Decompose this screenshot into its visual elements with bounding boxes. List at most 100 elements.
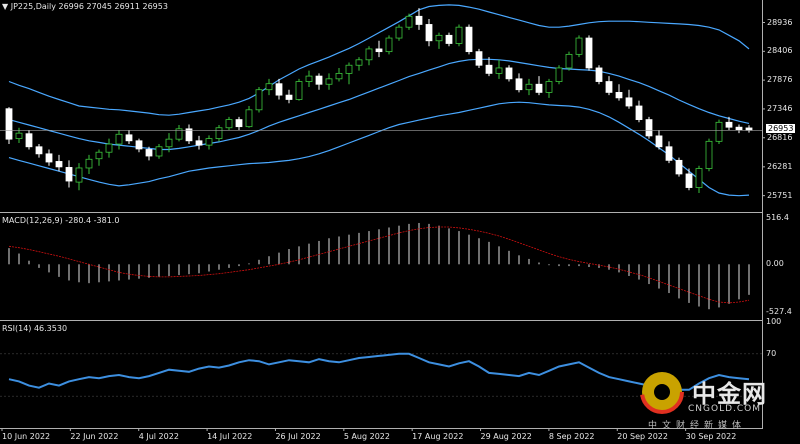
candle-body	[145, 149, 153, 157]
candle-body	[185, 128, 193, 142]
candle-body	[395, 26, 403, 39]
current-price-label: 26953	[766, 124, 796, 134]
rsi-tick-label: 100	[766, 317, 782, 326]
candle-body	[585, 37, 593, 69]
macd-tick-label: -527.4	[766, 306, 792, 316]
candle-body	[515, 78, 523, 91]
candle-body	[365, 48, 373, 61]
candle-body	[665, 146, 673, 161]
candle-body	[495, 67, 503, 74]
candle-body	[195, 140, 203, 146]
candle-body	[405, 15, 413, 28]
candle-body	[315, 75, 323, 85]
date-tick-label: 22 Jun 2022	[70, 432, 119, 441]
candle-body	[335, 72, 343, 80]
candle-body	[265, 83, 273, 91]
date-tick-label: 14 Jul 2022	[207, 432, 253, 441]
macd-tick-label: 516.4	[766, 212, 789, 222]
macd-tick-label: 0.00	[766, 259, 784, 269]
date-tick-label: 29 Aug 2022	[480, 432, 532, 441]
candle-body	[375, 48, 383, 53]
candle-body	[565, 53, 573, 69]
date-tick-label: 17 Aug 2022	[412, 432, 464, 441]
price-tick-label: 28406	[767, 46, 793, 56]
candle-body	[605, 81, 613, 93]
candle-body	[505, 67, 513, 80]
candle-body	[95, 151, 103, 160]
candle-body	[445, 34, 453, 44]
candle-body	[155, 146, 163, 157]
candle-body	[165, 138, 173, 148]
candle-body	[205, 138, 213, 146]
candle-body	[45, 153, 53, 163]
date-tick-label: 5 Aug 2022	[343, 432, 390, 441]
symbol-name: JP225,Daily	[10, 2, 56, 11]
candle-body	[295, 81, 303, 100]
candle-body	[575, 37, 583, 55]
candle-body	[645, 119, 653, 137]
candle-body	[225, 119, 233, 129]
price-tick-label: 27876	[767, 75, 793, 85]
candle-body	[615, 92, 623, 99]
candle-body	[655, 135, 663, 148]
candle-body	[285, 94, 293, 100]
candle-body	[65, 167, 73, 182]
candle-body	[525, 83, 533, 91]
candle-body	[345, 64, 353, 74]
candle-body	[485, 64, 493, 74]
candle-body	[625, 97, 633, 107]
candle-body	[705, 140, 713, 169]
candle-body	[85, 158, 93, 169]
cngold-logo-icon	[640, 370, 684, 414]
candle-body	[235, 119, 243, 128]
candle-body	[685, 173, 693, 188]
macd-header: MACD(12,26,9) -280.4 -381.0	[2, 216, 120, 225]
price-tick-label: 25751	[767, 190, 793, 200]
candle-body	[745, 127, 753, 131]
candle-body	[255, 89, 263, 111]
candle-body	[715, 121, 723, 142]
candle-body	[735, 126, 743, 131]
candle-body	[105, 143, 113, 153]
symbol-header: ▼ JP225,Daily 26996 27045 26911 26953	[2, 2, 168, 11]
dropdown-triangle-icon[interactable]: ▼	[2, 2, 8, 11]
candle-body	[75, 167, 83, 183]
candle-body	[425, 24, 433, 42]
candle-body	[35, 146, 43, 155]
candle-body	[135, 140, 143, 150]
candle-body	[245, 109, 253, 128]
candle-body	[435, 34, 443, 42]
candle-body	[115, 133, 123, 145]
candle-body	[385, 37, 393, 53]
rsi-header: RSI(14) 46.3530	[2, 324, 68, 333]
candle-body	[355, 59, 363, 66]
candle-body	[535, 83, 543, 93]
candle-body	[275, 83, 283, 96]
date-tick-label: 8 Sep 2022	[548, 432, 595, 441]
date-tick-label: 10 Jun 2022	[2, 432, 51, 441]
rsi-tick-label: 70	[766, 348, 777, 358]
candle-body	[55, 161, 63, 168]
candle-body	[475, 51, 483, 66]
watermark: 中金网 CNGOLD.COM 中文财经新媒体	[640, 368, 790, 434]
price-tick-label: 28936	[767, 17, 793, 27]
watermark-url: CNGOLD.COM	[688, 404, 762, 414]
date-tick-label: 4 Jul 2022	[138, 432, 179, 441]
watermark-tagline: 中文财经新媒体	[648, 421, 747, 431]
candle-body	[5, 108, 13, 140]
candle-body	[415, 15, 423, 25]
price-tick-label: 27346	[767, 103, 793, 113]
candle-body	[725, 121, 733, 128]
candle-body	[675, 159, 683, 175]
candle-body	[325, 78, 333, 85]
candle-body	[215, 127, 223, 140]
price-tick-label: 26816	[767, 132, 793, 142]
date-tick-label: 26 Jul 2022	[275, 432, 321, 441]
candle-body	[595, 67, 603, 82]
candle-body	[635, 105, 643, 120]
candle-body	[25, 133, 33, 148]
candle-body	[455, 26, 463, 44]
ohlc-values: 26996 27045 26911 26953	[58, 2, 168, 11]
candle-body	[545, 81, 553, 93]
candle-body	[15, 132, 23, 140]
